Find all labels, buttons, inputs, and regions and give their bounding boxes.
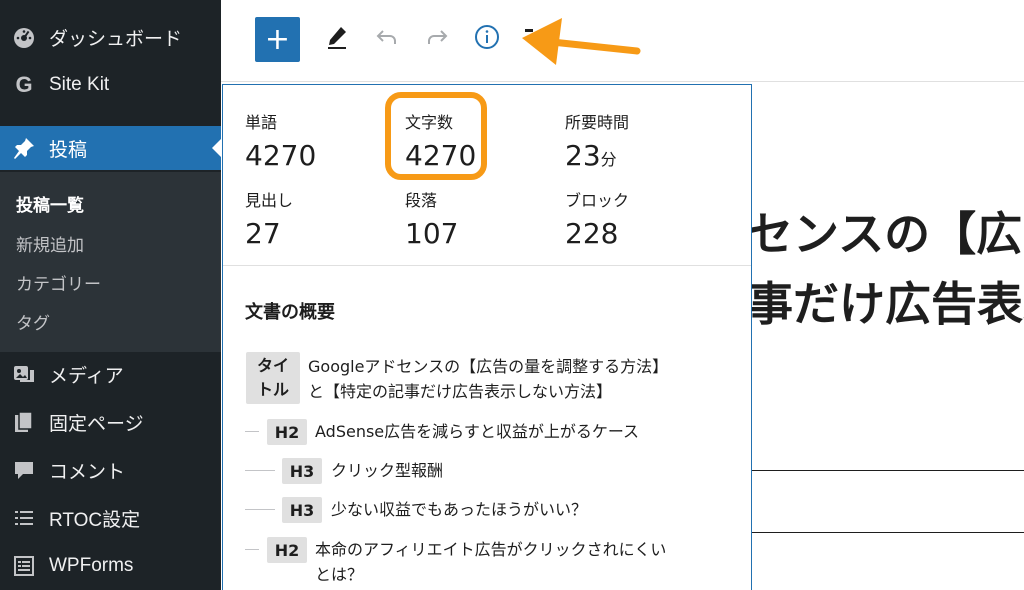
menu-label: 投稿 — [49, 138, 88, 161]
stat-label: 所要時間 — [565, 113, 630, 132]
indent-line — [245, 431, 259, 432]
outline-title-link[interactable]: Googleアドセンスの【広告の量を調整する方法】 と【特定の記事だけ広告表示し… — [308, 354, 668, 404]
outline-item-link[interactable]: AdSense広告を減らすと収益が上がるケース — [315, 419, 639, 444]
google-g-icon: G — [15, 72, 33, 97]
stat-value: 107 — [405, 217, 459, 250]
outline-item-link[interactable]: 少ない収益でもあったほうがいい？ — [331, 497, 587, 522]
stat-paragraphs: 段落 107 — [405, 187, 458, 250]
menu-item-dashboard[interactable]: ダッシュボード — [0, 15, 221, 59]
posts-submenu: 投稿一覧 新規追加 カテゴリー タグ — [0, 172, 221, 352]
post-title-line: センスの【広 — [752, 207, 1023, 261]
menu-label: RTOC設定 — [49, 509, 141, 531]
stat-label: 単語 — [245, 113, 278, 132]
menu-label: メディア — [49, 364, 124, 387]
submenu-item-all-posts[interactable]: 投稿一覧 — [16, 191, 84, 216]
details-button[interactable] — [464, 16, 510, 62]
stat-label: 見出し — [245, 191, 294, 210]
pin-icon — [12, 136, 36, 160]
stat-value: 23分 — [565, 139, 617, 172]
undo-button[interactable] — [364, 16, 410, 62]
title-badge: タイ トル — [246, 352, 300, 404]
add-block-button[interactable]: + — [255, 17, 300, 62]
stat-value: 27 — [245, 217, 281, 250]
menu-label: 固定ページ — [49, 412, 144, 435]
heading-level-badge: H3 — [282, 497, 322, 523]
indent-line — [245, 549, 259, 550]
menu-item-pages[interactable]: 固定ページ — [0, 400, 221, 444]
outline-item-link[interactable]: 本命のアフィリエイト広告がクリックされにくい とは？ — [315, 537, 666, 587]
stat-label: 段落 — [405, 191, 438, 210]
post-title-partial[interactable]: センスの【広 事だけ広告表示 — [752, 190, 1024, 340]
active-indicator — [212, 139, 221, 157]
media-icon — [12, 362, 36, 386]
indent-line — [245, 509, 275, 510]
stat-blocks: ブロック 228 — [565, 187, 629, 250]
stat-label: ブロック — [565, 191, 630, 210]
highlight-annotation — [385, 92, 487, 180]
document-info-popover: 単語 4270 文字数 4270 所要時間 23分 見出し 27 段落 107 … — [222, 84, 752, 590]
arrow-annotation-icon — [522, 18, 641, 65]
stat-value: 228 — [565, 217, 619, 250]
menu-item-wpforms[interactable]: WPForms — [0, 544, 221, 588]
submenu-item-add-new[interactable]: 新規追加 — [16, 231, 84, 256]
stat-words: 単語 4270 — [245, 109, 316, 172]
outline-item-link[interactable]: クリック型報酬 — [331, 458, 443, 483]
stat-unit: 分 — [600, 150, 617, 169]
redo-icon — [424, 24, 450, 54]
admin-sidebar: ダッシュボード G Site Kit 投稿 投稿一覧 新規追加 カテゴリー タグ… — [0, 0, 221, 590]
menu-item-rtoc-settings[interactable]: RTOC設定 — [0, 496, 221, 540]
tools-button[interactable] — [314, 16, 360, 62]
dashboard-icon — [12, 25, 36, 49]
submenu-item-tags[interactable]: タグ — [16, 309, 50, 334]
stat-headings: 見出し 27 — [245, 187, 293, 250]
separator-line — [752, 532, 1024, 533]
menu-item-posts[interactable]: 投稿 — [0, 126, 221, 170]
form-icon — [12, 554, 36, 578]
info-icon — [473, 23, 501, 55]
menu-label: WPForms — [49, 555, 134, 576]
stat-value: 4270 — [245, 139, 317, 172]
heading-level-badge: H2 — [267, 419, 307, 445]
menu-label: コメント — [49, 460, 126, 483]
submenu-item-categories[interactable]: カテゴリー — [16, 270, 101, 295]
menu-item-comments[interactable]: コメント — [0, 448, 221, 492]
list-icon — [12, 506, 36, 530]
divider — [223, 265, 751, 266]
pencil-icon — [324, 24, 350, 54]
heading-level-badge: H3 — [282, 458, 322, 484]
undo-icon — [374, 24, 400, 54]
indent-line — [245, 470, 275, 471]
menu-label: ダッシュボード — [49, 27, 183, 50]
menu-item-site-kit[interactable]: G Site Kit — [0, 63, 221, 107]
redo-button[interactable] — [414, 16, 460, 62]
separator-line — [752, 470, 1024, 471]
menu-label: Site Kit — [49, 74, 110, 95]
plus-icon: + — [264, 21, 291, 57]
page-icon — [12, 410, 36, 434]
menu-item-media[interactable]: メディア — [0, 352, 221, 396]
stat-reading-time: 所要時間 23分 — [565, 109, 629, 172]
comment-icon — [12, 458, 36, 482]
heading-level-badge: H2 — [267, 537, 307, 563]
post-title-line: 事だけ広告表示 — [752, 277, 1024, 331]
outline-heading: 文書の概要 — [245, 302, 335, 323]
